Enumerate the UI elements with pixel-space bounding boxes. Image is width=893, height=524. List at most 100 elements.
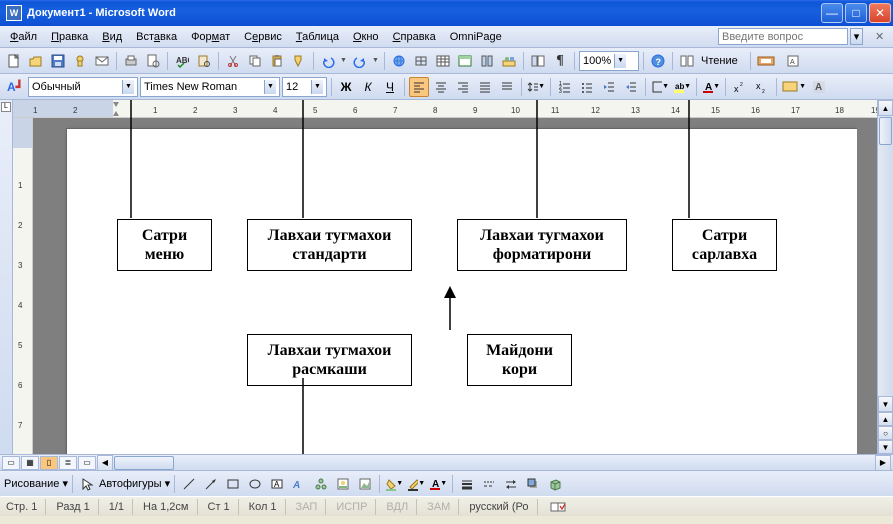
subscript-icon[interactable]: x2: [752, 77, 772, 97]
line-icon[interactable]: [179, 474, 199, 494]
minimize-button[interactable]: —: [821, 3, 843, 23]
menu-omnipage[interactable]: OmniPage: [444, 29, 508, 45]
reading-label[interactable]: Чтение: [701, 55, 738, 67]
spell-check-icon[interactable]: ABC: [172, 51, 192, 71]
help-dropdown-button[interactable]: ▾: [850, 28, 863, 45]
print-preview-icon[interactable]: [143, 51, 163, 71]
bold-icon[interactable]: Ж: [336, 77, 356, 97]
distributed-icon[interactable]: [497, 77, 517, 97]
browse-next-button[interactable]: ▼: [878, 440, 893, 454]
clipart-icon[interactable]: [333, 474, 353, 494]
oval-icon[interactable]: [245, 474, 265, 494]
print-icon[interactable]: [121, 51, 141, 71]
menu-format[interactable]: Формат: [185, 29, 236, 45]
vertical-scrollbar[interactable]: ▲ ▼ ▲ ○ ▼: [877, 100, 893, 454]
new-doc-icon[interactable]: [4, 51, 24, 71]
zoom-combo[interactable]: 100%▼: [579, 51, 639, 71]
vertical-ruler[interactable]: 11234567: [13, 118, 33, 454]
insert-worksheet-icon[interactable]: [455, 51, 475, 71]
save-icon[interactable]: [48, 51, 68, 71]
help-icon[interactable]: ?: [648, 51, 668, 71]
menu-window[interactable]: Окно: [347, 29, 385, 45]
shadow-icon[interactable]: [523, 474, 543, 494]
scan-icon[interactable]: [755, 51, 781, 71]
horizontal-ruler[interactable]: 12 1234 5678 9101112 13141516 171819: [13, 100, 877, 118]
maximize-button[interactable]: □: [845, 3, 867, 23]
insert-table-icon[interactable]: [433, 51, 453, 71]
numbering-icon[interactable]: 123: [555, 77, 575, 97]
reading-layout-icon[interactable]: [677, 51, 697, 71]
status-ext[interactable]: ВДЛ: [386, 499, 417, 515]
arrow-style-icon[interactable]: [501, 474, 521, 494]
shading-icon[interactable]: ▼: [781, 77, 807, 97]
tab-selector[interactable]: L: [1, 102, 11, 112]
menu-edit[interactable]: Правка: [45, 29, 94, 45]
autoshapes-menu[interactable]: Автофигуры ▾: [99, 477, 170, 490]
increase-indent-icon[interactable]: [621, 77, 641, 97]
status-trk[interactable]: ИСПР: [336, 499, 376, 515]
wordart-icon[interactable]: A: [289, 474, 309, 494]
align-right-icon[interactable]: [453, 77, 473, 97]
bullets-icon[interactable]: [577, 77, 597, 97]
doc-map-icon[interactable]: [528, 51, 548, 71]
research-icon[interactable]: [194, 51, 214, 71]
menu-tools[interactable]: Сервис: [238, 29, 288, 45]
highlight-icon[interactable]: ab▼: [672, 77, 692, 97]
reading-view-button[interactable]: ▭: [78, 456, 96, 470]
align-center-icon[interactable]: [431, 77, 451, 97]
columns-icon[interactable]: [477, 51, 497, 71]
drawing-menu[interactable]: Рисование ▾: [4, 477, 68, 490]
menu-insert[interactable]: Вставка: [130, 29, 183, 45]
spelling-status-icon[interactable]: [548, 500, 568, 514]
align-left-icon[interactable]: [409, 77, 429, 97]
char-shading-icon[interactable]: A: [809, 77, 829, 97]
3d-icon[interactable]: [545, 474, 565, 494]
drawing-toggle-icon[interactable]: [499, 51, 519, 71]
hscroll-thumb[interactable]: [114, 456, 174, 470]
cut-icon[interactable]: [223, 51, 243, 71]
undo-icon[interactable]: [318, 51, 338, 71]
normal-view-button[interactable]: ▭: [2, 456, 20, 470]
menu-view[interactable]: Вид: [96, 29, 128, 45]
line-spacing-icon[interactable]: ▼: [526, 77, 546, 97]
superscript-icon[interactable]: x2: [730, 77, 750, 97]
undo-dropdown[interactable]: ▼: [340, 57, 348, 64]
scroll-down-button[interactable]: ▼: [878, 396, 893, 412]
italic-icon[interactable]: К: [358, 77, 378, 97]
dash-style-icon[interactable]: [479, 474, 499, 494]
style-combo[interactable]: Обычный▼: [28, 77, 138, 97]
underline-icon[interactable]: Ч: [380, 77, 400, 97]
outline-view-button[interactable]: ≣: [59, 456, 77, 470]
format-painter-icon[interactable]: [289, 51, 309, 71]
scroll-thumb[interactable]: [879, 117, 892, 145]
menu-help[interactable]: Справка: [387, 29, 442, 45]
diagram-icon[interactable]: [311, 474, 331, 494]
show-hide-icon[interactable]: ¶: [550, 51, 570, 71]
font-color-icon[interactable]: A▼: [701, 77, 721, 97]
style-dropdown-icon[interactable]: A┛: [4, 77, 26, 97]
document-page[interactable]: Сатрименю Лавхаи тугмахоистандарти Лавха…: [66, 128, 857, 454]
menu-table[interactable]: Таблица: [290, 29, 345, 45]
scroll-left-button[interactable]: ◀: [97, 455, 113, 471]
line-color-icon[interactable]: ▼: [406, 474, 426, 494]
browse-prev-button[interactable]: ▲: [878, 412, 893, 426]
redo-icon[interactable]: [350, 51, 370, 71]
status-language[interactable]: русский (Ро: [469, 499, 537, 515]
open-icon[interactable]: [26, 51, 46, 71]
font-combo[interactable]: Times New Roman▼: [140, 77, 280, 97]
align-justify-icon[interactable]: [475, 77, 495, 97]
arrow-icon[interactable]: [201, 474, 221, 494]
scroll-up-button[interactable]: ▲: [878, 100, 893, 116]
paste-icon[interactable]: [267, 51, 287, 71]
close-doc-icon[interactable]: ✕: [875, 30, 889, 44]
rectangle-icon[interactable]: [223, 474, 243, 494]
print-view-button[interactable]: ▯: [40, 456, 58, 470]
ocr-icon[interactable]: A: [783, 51, 803, 71]
font-size-combo[interactable]: 12▼: [282, 77, 327, 97]
select-objects-icon[interactable]: [77, 474, 97, 494]
textbox-icon[interactable]: A: [267, 474, 287, 494]
line-style-icon[interactable]: [457, 474, 477, 494]
redo-dropdown[interactable]: ▼: [372, 57, 380, 64]
permissions-icon[interactable]: [70, 51, 90, 71]
picture-icon[interactable]: [355, 474, 375, 494]
